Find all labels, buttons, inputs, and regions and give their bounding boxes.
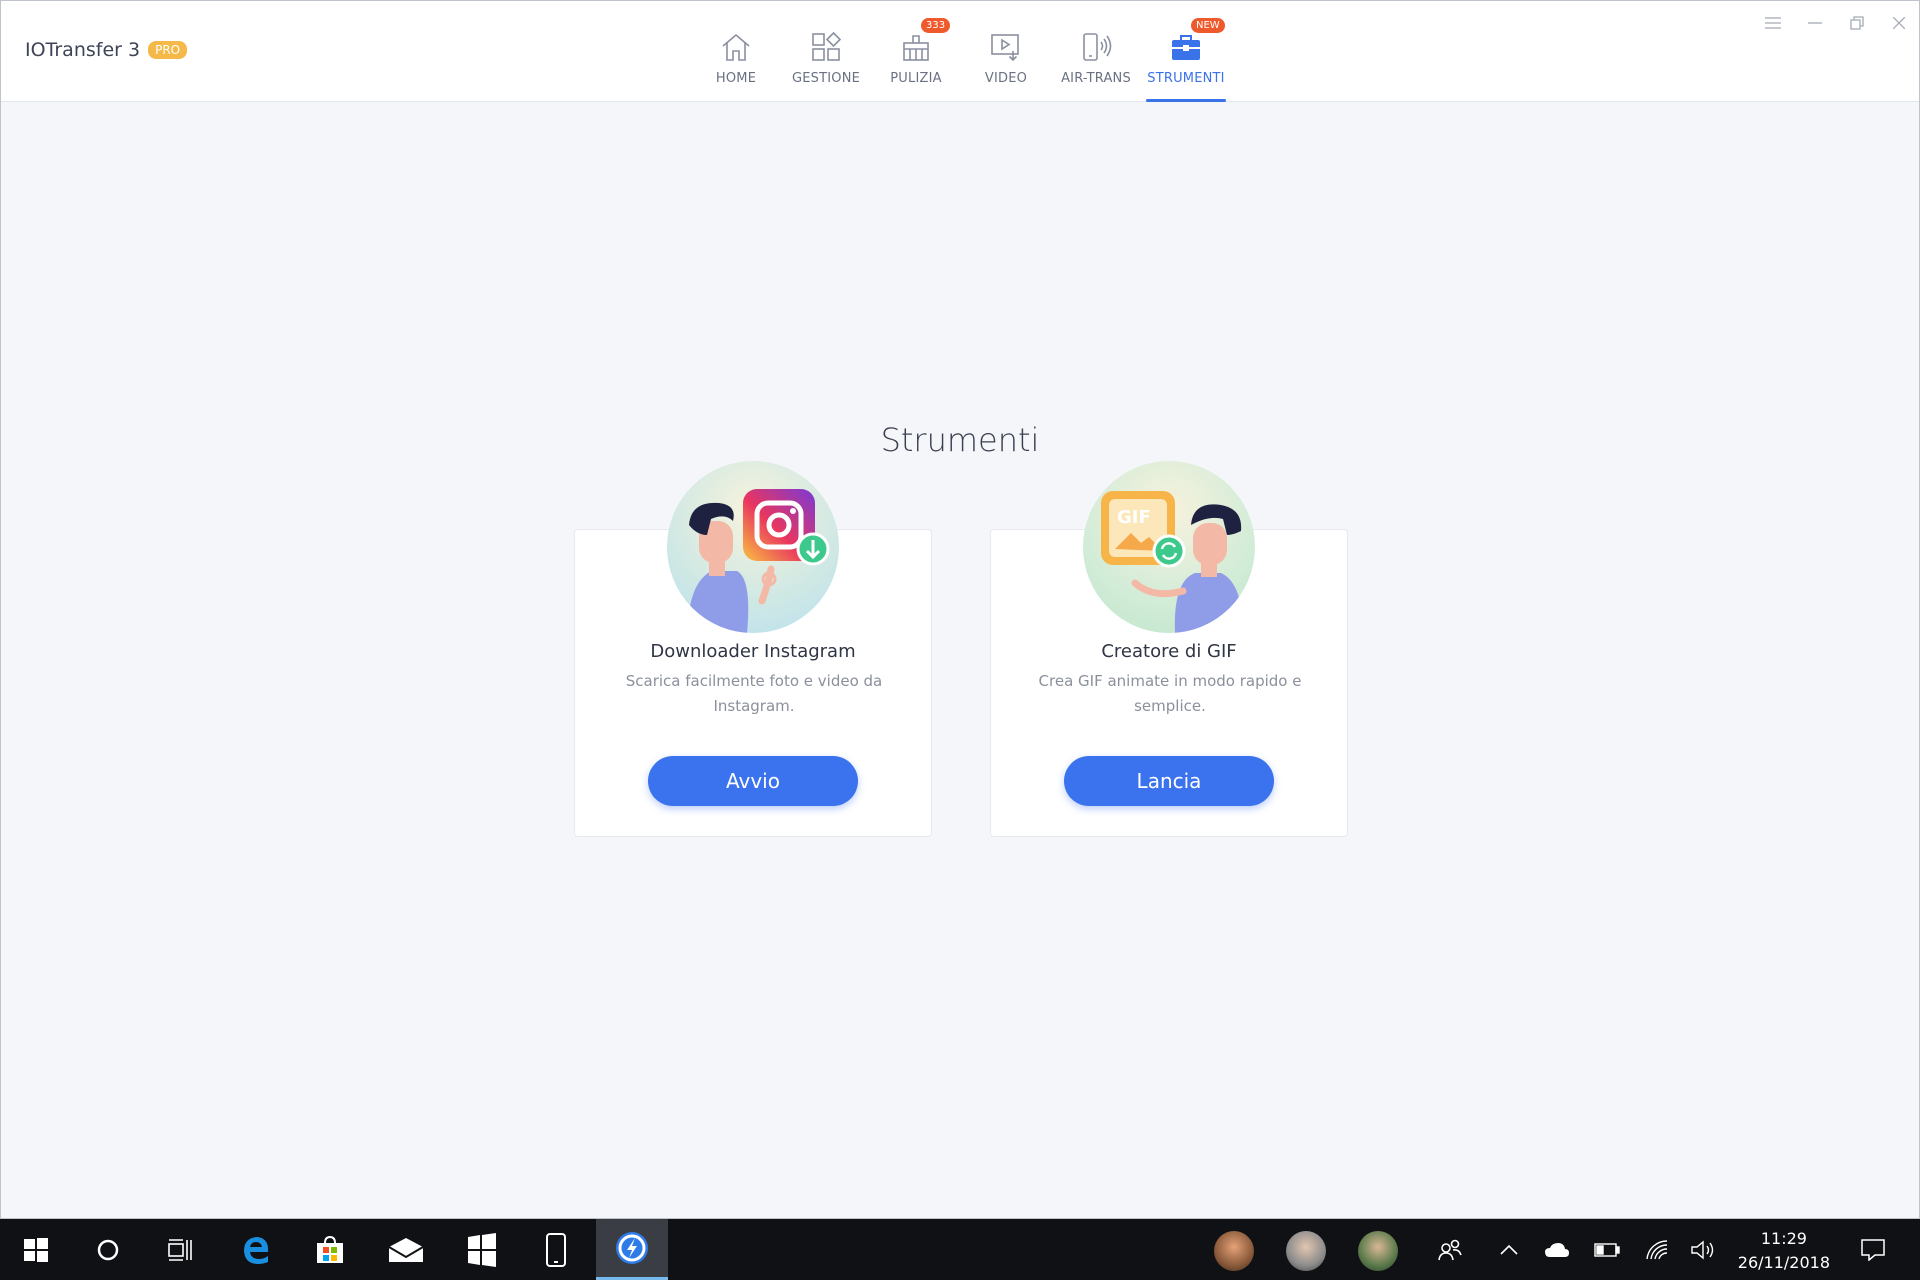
contact-avatar-1[interactable] (1214, 1231, 1254, 1271)
system-clock[interactable]: 11:29 26/11/2018 (1738, 1227, 1830, 1275)
clock-time: 11:29 (1760, 1229, 1807, 1248)
windows-taskbar: 11:29 26/11/2018 (0, 1219, 1920, 1280)
instagram-download-icon (667, 461, 839, 633)
card-description: Scarica facilmente foto e video da Insta… (625, 672, 883, 715)
nav-label: GESTIONE (791, 71, 861, 86)
menu-icon[interactable] (1763, 13, 1783, 33)
notification-icon[interactable] (1838, 1219, 1908, 1280)
gif-text: GIF (1117, 507, 1151, 528)
phone-icon[interactable] (520, 1219, 592, 1280)
card-title: Downloader Instagram (650, 641, 856, 662)
nav-label: VIDEO (984, 71, 1028, 86)
nav-pulizia[interactable]: 333 PULIZIA (871, 1, 961, 102)
nav-strumenti[interactable]: NEW STRUMENTI (1141, 1, 1231, 102)
grid-manage-icon (807, 29, 845, 65)
card-description: Crea GIF animate in modo rapido e sempli… (1038, 672, 1302, 715)
broom-clean-icon (897, 29, 935, 65)
iotransfer-icon[interactable] (596, 1219, 668, 1280)
nav-air-trans[interactable]: AIR-TRANS (1051, 1, 1141, 102)
windows-app-icon[interactable] (446, 1219, 518, 1280)
mail-icon[interactable] (370, 1219, 442, 1280)
window-controls (1763, 13, 1909, 33)
volume-icon[interactable] (1668, 1219, 1738, 1280)
close-icon[interactable] (1889, 13, 1909, 33)
main-nav: HOME GESTIONE 333 PULIZIA VIDEO AIR-TRAN… (691, 1, 1231, 102)
nav-label: HOME (715, 71, 757, 86)
page-title: Strumenti (880, 421, 1040, 459)
start-button[interactable]: Avvio (648, 756, 858, 806)
header-bar: IOTransfer 3 PRO HOME GESTIONE 333 PULIZ… (1, 1, 1919, 102)
home-icon (717, 29, 755, 65)
app-name: IOTransfer 3 (25, 39, 141, 61)
restore-icon[interactable] (1847, 13, 1867, 33)
new-badge: NEW (1191, 18, 1225, 33)
edge-icon[interactable] (220, 1219, 292, 1280)
gif-convert-icon: GIF (1083, 461, 1255, 633)
clock-date: 26/11/2018 (1737, 1253, 1830, 1272)
video-download-icon (987, 29, 1025, 65)
count-badge: 333 (921, 18, 951, 33)
pro-badge: PRO (148, 41, 188, 59)
nav-video[interactable]: VIDEO (961, 1, 1051, 102)
phone-wireless-icon (1077, 29, 1115, 65)
contact-avatar-2[interactable] (1286, 1231, 1326, 1271)
brand: IOTransfer 3 PRO (25, 39, 188, 61)
nav-label: PULIZIA (890, 71, 942, 86)
store-icon[interactable] (294, 1219, 366, 1280)
windows-start-icon[interactable] (0, 1219, 72, 1280)
toolbox-icon (1167, 29, 1205, 65)
card-title: Creatore di GIF (1101, 641, 1237, 662)
contact-avatar-3[interactable] (1358, 1231, 1398, 1271)
task-view-icon[interactable] (144, 1219, 216, 1280)
nav-gestione[interactable]: GESTIONE (781, 1, 871, 102)
cortana-icon[interactable] (72, 1219, 144, 1280)
nav-label: STRUMENTI (1147, 71, 1225, 86)
nav-home[interactable]: HOME (691, 1, 781, 102)
nav-label: AIR-TRANS (1061, 71, 1131, 86)
launch-button[interactable]: Lancia (1064, 756, 1274, 806)
minimize-icon[interactable] (1805, 13, 1825, 33)
app-window: IOTransfer 3 PRO HOME GESTIONE 333 PULIZ… (0, 0, 1920, 1219)
